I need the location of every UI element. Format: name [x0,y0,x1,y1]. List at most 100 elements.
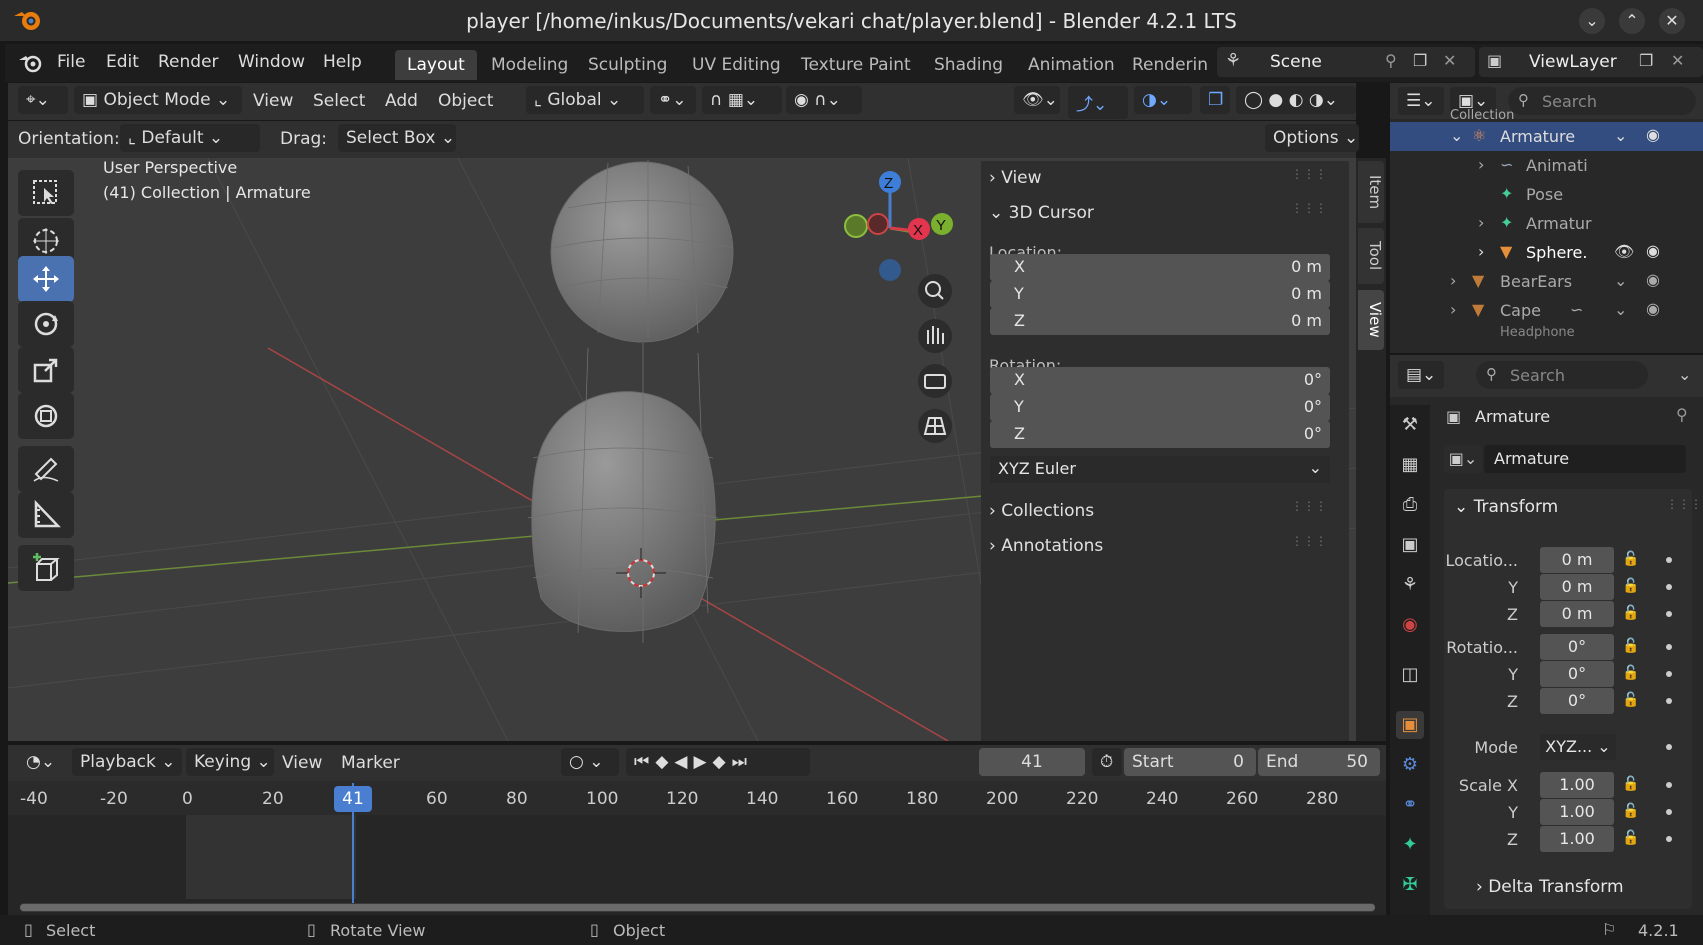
tab-layout[interactable]: Layout [395,50,477,80]
shading-mode-buttons[interactable]: ◯ ● ◐ ◑⌄ [1236,86,1356,114]
menu-window[interactable]: Window [238,52,305,72]
panel-3d-cursor-header[interactable]: ⌄ 3D Cursor [989,203,1094,223]
editor-type-button[interactable]: ⌖⌄ [18,86,68,114]
panel-view-header[interactable]: › View [989,168,1042,188]
world-props-icon[interactable]: ◉ [1396,611,1424,639]
lock-icon[interactable]: 🔓 [1622,665,1639,681]
eye-closed-icon[interactable]: ⌄ [1614,300,1627,319]
lock-icon[interactable]: 🔓 [1622,551,1639,567]
auto-keying-toggle[interactable]: ○ ⌄ [561,748,619,776]
lock-icon[interactable]: 🔓 [1622,830,1639,846]
new-viewlayer-icon[interactable]: ❐ [1639,51,1653,70]
cursor-rotation-x-field[interactable]: X 0° [990,367,1330,394]
play-reverse-icon[interactable]: ◀ [674,752,693,772]
delta-transform-header[interactable]: › Delta Transform [1476,877,1624,897]
rotation-y-field[interactable]: 0° [1540,661,1614,687]
keyframe-dot-icon[interactable] [1666,644,1672,650]
blender-menu-icon[interactable] [18,52,44,74]
tab-rendering[interactable]: Renderin [1120,50,1220,80]
outliner-row-bearears[interactable]: › ▼ BearEars ⌄ ◉ [1390,267,1703,296]
stopwatch-icon[interactable]: ⏱ [1092,748,1122,776]
proportional-edit-button[interactable]: ◉ ∩⌄ [786,86,862,114]
eye-closed-icon[interactable]: ⌄ [1614,126,1627,145]
menu-render[interactable]: Render [158,52,219,72]
tab-tool[interactable]: Tool [1358,228,1384,284]
pin-icon[interactable]: ⚲ [1676,405,1688,424]
jump-end-icon[interactable]: ⏭ [732,752,753,772]
tab-modeling[interactable]: Modeling [479,50,580,80]
move-tool[interactable] [18,256,74,302]
pivot-point-button[interactable]: ⚭⌄ [650,86,696,114]
minimize-button[interactable]: ⌄ [1579,8,1605,34]
rotation-mode-dropdown[interactable]: XYZ... ⌄ [1540,734,1616,760]
jump-start-icon[interactable]: ⏮ [634,752,655,772]
pin-icon[interactable]: ⚲ [1385,51,1397,70]
outliner-row-cape[interactable]: › ▼ Cape ∽ ⌄ ◉ [1390,296,1703,325]
camera-icon[interactable]: ◉ [1646,299,1660,318]
constraint-props-icon[interactable]: ⚭ [1396,791,1424,819]
drag-handle-icon[interactable]: ⋮⋮⋮ [1291,201,1327,215]
viewport-menu-add[interactable]: Add [385,91,418,111]
keyframe-dot-icon[interactable] [1666,584,1672,590]
location-x-field[interactable]: 0 m [1540,547,1614,573]
camera-view-icon[interactable] [918,364,952,398]
play-icon[interactable]: ▶ [693,752,712,772]
lock-icon[interactable]: 🔓 [1622,638,1639,654]
camera-icon[interactable]: ◉ [1646,270,1660,289]
navigation-gizmo[interactable]: Z Y X [844,171,953,281]
transform-orientation-dropdown[interactable]: ⌞ Global ⌄ [526,86,644,114]
location-z-field[interactable]: 0 m [1540,601,1614,627]
chevron-right-icon[interactable]: › [1450,300,1456,319]
scale-y-field[interactable]: 1.00 [1540,799,1614,825]
keyframe-dot-icon[interactable] [1666,557,1672,563]
outliner-row-armature-data[interactable]: › ✦ Armatur [1390,209,1703,238]
scale-x-field[interactable]: 1.00 [1540,772,1614,798]
drag-handle-icon[interactable]: ⋮⋮⋮ [1666,497,1702,511]
zoom-icon[interactable] [918,274,952,308]
camera-icon[interactable]: ◉ [1646,241,1660,260]
keyframe-dot-icon[interactable] [1666,698,1672,704]
cursor-rotation-y-field[interactable]: Y 0° [990,394,1330,421]
tab-shading[interactable]: Shading [922,50,1015,80]
panel-annotations-header[interactable]: › Annotations [989,536,1103,556]
snap-button[interactable]: ∩ ▦⌄ [702,86,782,114]
rotation-x-field[interactable]: 0° [1540,634,1614,660]
tab-sculpting[interactable]: Sculpting [576,50,679,80]
timeline-scrollbar[interactable] [20,903,1375,912]
object-browse-button[interactable]: ▣⌄ [1444,445,1482,473]
new-scene-icon[interactable]: ❐ [1413,51,1427,70]
tab-uv-editing[interactable]: UV Editing [680,50,793,80]
keyframe-dot-icon[interactable] [1666,809,1672,815]
chevron-right-icon[interactable]: › [1478,242,1484,261]
tab-texture-paint[interactable]: Texture Paint [789,50,923,80]
prev-keyframe-icon[interactable]: ◆ [655,752,674,772]
menu-edit[interactable]: Edit [106,52,139,72]
viewport-menu-select[interactable]: Select [313,91,365,111]
bone-props-icon[interactable]: ✠ [1396,871,1424,899]
annotate-tool[interactable] [18,446,74,492]
lock-icon[interactable]: 🔓 [1622,605,1639,621]
snowman-mesh[interactable] [527,160,734,643]
rotate-tool[interactable] [18,301,74,347]
add-cube-tool[interactable] [18,545,74,591]
keyframe-dot-icon[interactable] [1666,744,1672,750]
xray-toggle-button[interactable]: ❐ [1200,86,1230,114]
lock-icon[interactable]: 🔓 [1622,692,1639,708]
lock-icon[interactable]: 🔓 [1622,776,1639,792]
next-keyframe-icon[interactable]: ◆ [713,752,732,772]
properties-editor-type-button[interactable]: ▤⌄ [1398,361,1444,389]
tab-animation[interactable]: Animation [1016,50,1127,80]
object-mode-dropdown[interactable]: ▣ Object Mode ⌄ [74,86,242,114]
timeline-editor-type-button[interactable]: ◔⌄ [18,748,66,776]
chevron-right-icon[interactable]: › [1478,213,1484,232]
location-y-field[interactable]: 0 m [1540,574,1614,600]
end-frame-field[interactable]: End 50 [1258,748,1380,776]
keyframe-dot-icon[interactable] [1666,782,1672,788]
render-props-icon[interactable]: ▦ [1396,451,1424,479]
drag-dropdown[interactable]: Select Box ⌄ [338,124,456,152]
object-name-field[interactable]: Armature [1484,445,1686,473]
start-frame-field[interactable]: Start 0 [1124,748,1256,776]
tool-props-icon[interactable]: ⚒ [1396,411,1424,439]
playback-controls[interactable]: ⏮◆◀▶◆⏭ [626,748,810,776]
close-button[interactable]: ✕ [1659,8,1685,34]
